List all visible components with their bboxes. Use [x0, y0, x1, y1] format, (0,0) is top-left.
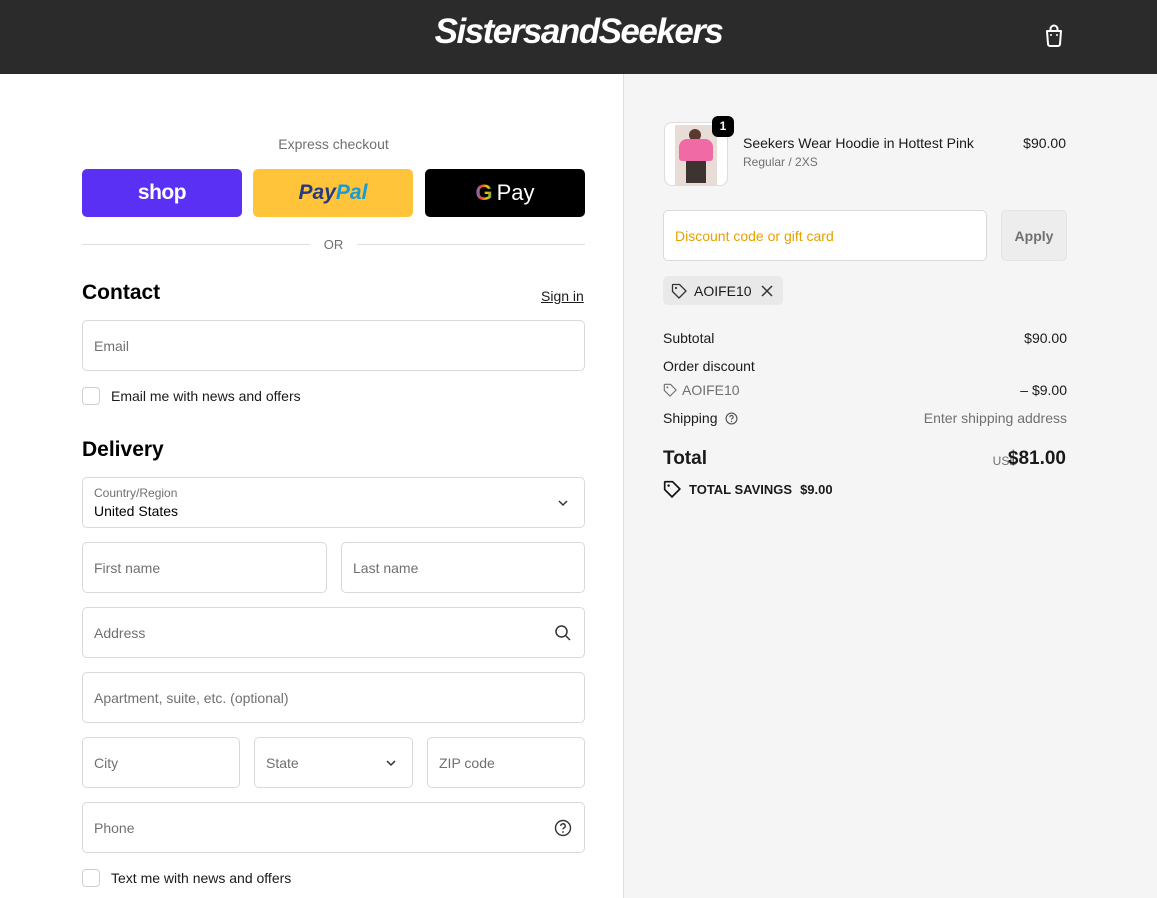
subtotal-label: Subtotal [663, 330, 715, 346]
express-checkout-label: Express checkout [278, 136, 389, 152]
chevron-down-icon [558, 500, 568, 507]
phone-field[interactable]: Phone [82, 802, 585, 853]
text-news-label: Text me with news and offers [111, 870, 292, 886]
shop-pay-label: shop [137, 181, 187, 204]
remove-code-close-icon[interactable] [761, 284, 773, 297]
discount-code-label: AOIFE10 [682, 382, 740, 398]
zip-placeholder: ZIP code [439, 755, 495, 771]
paypal-button[interactable]: Pay Pal [253, 169, 413, 217]
discount-code-field[interactable]: Discount code or gift card [663, 210, 987, 261]
contact-heading: Contact [82, 281, 161, 304]
country-select[interactable]: Country/Region United States [82, 477, 585, 528]
address-placeholder: Address [94, 625, 146, 641]
discount-code-row: AOIFE10 – $9.00 [663, 382, 1067, 398]
paypal-label-pay: Pay [298, 181, 336, 204]
delivery-heading: Delivery [82, 438, 164, 461]
zip-field[interactable]: ZIP code [427, 737, 585, 788]
google-pay-button[interactable]: G Pay [425, 169, 585, 217]
shipping-value: Enter shipping address [923, 410, 1067, 426]
checkout-form-panel: Express checkout shop Pay Pal G Pay OR Co… [0, 74, 623, 898]
address-field[interactable]: Address [82, 607, 585, 658]
order-discount-label: Order discount [663, 358, 755, 374]
google-g-icon: G [475, 180, 493, 205]
state-select[interactable]: State [254, 737, 413, 788]
product-name: Seekers Wear Hoodie in Hottest Pink [743, 135, 974, 151]
subtotal-value: $90.00 [1024, 330, 1067, 346]
help-circle-icon[interactable] [554, 819, 572, 837]
total-label: Total [663, 448, 707, 469]
apartment-field[interactable]: Apartment, suite, etc. (optional) [82, 672, 585, 723]
subtotal-row: Subtotal $90.00 [663, 330, 1067, 346]
total-amount: $81.00 [1007, 448, 1066, 469]
google-pay-label: Pay [496, 180, 535, 205]
help-circle-icon[interactable] [725, 412, 738, 425]
country-label: Country/Region [94, 486, 178, 500]
text-news-checkbox[interactable] [82, 869, 100, 887]
state-placeholder: State [266, 755, 299, 771]
discount-code-placeholder: Discount code or gift card [675, 228, 834, 244]
tag-icon [671, 283, 687, 299]
applied-discount-chip: AOIFE10 [663, 276, 783, 305]
product-price: $90.00 [1023, 135, 1066, 151]
email-news-label: Email me with news and offers [111, 388, 301, 404]
tag-icon [663, 480, 681, 498]
shopping-bag-icon[interactable] [1041, 22, 1067, 48]
savings-value: $9.00 [800, 481, 833, 497]
shipping-label: Shipping [663, 410, 718, 426]
apply-discount-button[interactable]: Apply [1001, 210, 1067, 261]
shop-pay-button[interactable]: shop [82, 169, 242, 217]
product-variant: Regular / 2XS [743, 155, 818, 169]
order-summary-panel: 1 Seekers Wear Hoodie in Hottest Pink Re… [623, 74, 1157, 898]
last-name-placeholder: Last name [353, 560, 419, 576]
phone-placeholder: Phone [94, 820, 135, 836]
first-name-field[interactable]: First name [82, 542, 327, 593]
sign-in-link[interactable]: Sign in [541, 288, 584, 304]
email-news-option[interactable]: Email me with news and offers [82, 386, 301, 406]
tag-icon [663, 383, 677, 397]
total-savings: TOTAL SAVINGS $9.00 [663, 480, 833, 498]
order-discount-row: Order discount [663, 358, 1067, 374]
brand-logo[interactable]: SistersandSeekers [0, 12, 1157, 52]
city-placeholder: City [94, 755, 119, 771]
savings-label: TOTAL SAVINGS [689, 481, 793, 497]
shipping-row: Shipping Enter shipping address [663, 410, 1067, 426]
country-value: United States [94, 503, 179, 519]
last-name-field[interactable]: Last name [341, 542, 585, 593]
email-news-checkbox[interactable] [82, 387, 100, 405]
applied-code-text: AOIFE10 [694, 282, 752, 299]
paypal-label-pal: Pal [335, 181, 368, 204]
text-news-option[interactable]: Text me with news and offers [82, 868, 291, 888]
or-divider: OR [82, 236, 585, 252]
first-name-placeholder: First name [94, 560, 161, 576]
discount-value: – $9.00 [1020, 382, 1067, 398]
email-placeholder: Email [94, 338, 130, 354]
chevron-down-icon [386, 760, 396, 767]
site-header: SistersandSeekers [0, 0, 1157, 74]
apartment-placeholder: Apartment, suite, etc. (optional) [94, 690, 289, 706]
search-icon [555, 625, 571, 641]
quantity-badge: 1 [712, 116, 734, 137]
email-field[interactable]: Email [82, 320, 585, 371]
city-field[interactable]: City [82, 737, 240, 788]
or-label: OR [323, 237, 344, 252]
